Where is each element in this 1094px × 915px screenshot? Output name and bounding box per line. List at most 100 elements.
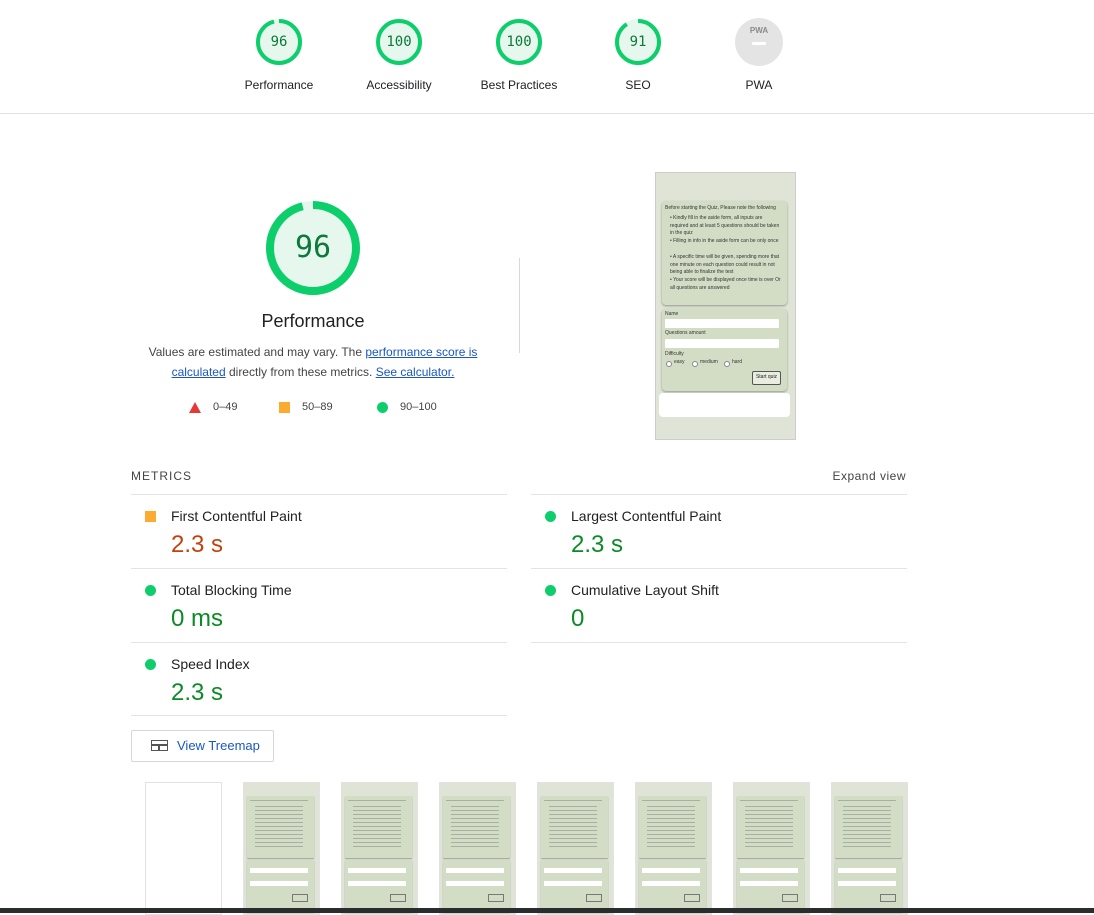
gauge-accessibility[interactable]: 100 Accessibility (339, 18, 459, 92)
metric-value: 2.3 s (571, 531, 624, 558)
filmstrip-text-line (549, 830, 597, 831)
metric-name: Speed Index (171, 656, 250, 672)
desc-middle: directly from these metrics. (225, 365, 376, 379)
filmstrip-field (740, 881, 798, 886)
filmstrip-text-line (255, 842, 303, 843)
quiz-bullet: • A specific time will be given, spendin… (670, 254, 780, 275)
filmstrip-text-line (647, 814, 695, 815)
filmstrip-text-line (740, 800, 798, 801)
filmstrip-field (642, 881, 700, 886)
legend-range: 0–49 (213, 401, 238, 413)
gauge-seo[interactable]: 91 SEO (578, 18, 698, 92)
filmstrip-text-line (642, 800, 700, 801)
metric-cumulative-layout-shift: Cumulative Layout Shift 0 (531, 569, 907, 641)
triangle-icon (189, 401, 201, 413)
performance-score: 96 (294, 230, 332, 265)
name-field (665, 319, 779, 328)
filmstrip-button (586, 894, 602, 902)
questions-label: Questions amount (665, 330, 706, 336)
calculator-link[interactable]: See calculator. (376, 365, 455, 379)
treemap-icon (151, 740, 168, 751)
filmstrip-text-line (647, 818, 695, 819)
filmstrip-text-line (544, 800, 602, 801)
metric-value: 0 (571, 605, 585, 632)
filmstrip-text-line (745, 830, 793, 831)
gauge-pwa[interactable]: PWA PWA (699, 18, 819, 92)
metric-largest-contentful-paint: Largest Contentful Paint 2.3 s (531, 495, 907, 567)
filmstrip-text-line (353, 842, 401, 843)
gauge-label: Best Practices (480, 78, 558, 92)
filmstrip-text-line (647, 806, 695, 807)
filmstrip-text-line (255, 814, 303, 815)
gauge-label: Performance (244, 78, 314, 92)
filmstrip-text-line (745, 810, 793, 811)
gauge-label: SEO (625, 78, 651, 92)
metrics-header: METRICS (131, 469, 192, 483)
filmstrip-text-line (451, 810, 499, 811)
metric-total-blocking-time: Total Blocking Time 0 ms (131, 569, 507, 641)
legend-average: 50–89 (279, 401, 333, 413)
filmstrip-text-line (745, 814, 793, 815)
filmstrip-text-line (451, 818, 499, 819)
pass-circle-icon (145, 585, 156, 596)
quiz-intro: Before starting the Quiz, Please note th… (665, 205, 776, 211)
filmstrip-text-line (647, 846, 695, 847)
filmstrip-text-line (451, 806, 499, 807)
view-treemap-button[interactable]: View Treemap (131, 730, 274, 762)
filmstrip-text-line (745, 806, 793, 807)
pwa-badge-text: PWA (749, 26, 769, 35)
radio-medium (692, 361, 698, 367)
filmstrip-text-line (353, 822, 401, 823)
filmstrip-text-line (255, 826, 303, 827)
filmstrip-button (880, 894, 896, 902)
filmstrip-text-line (451, 822, 499, 823)
filmstrip-text-line (549, 842, 597, 843)
metric-name: Cumulative Layout Shift (571, 582, 719, 598)
gauge-ring: 100 (375, 18, 423, 66)
gauge-score: 91 (629, 34, 647, 50)
expand-view-toggle[interactable]: Expand view (832, 469, 906, 483)
metric-divider (531, 642, 907, 643)
filmstrip-button (390, 894, 406, 902)
filmstrip-text-line (843, 842, 891, 843)
filmstrip-text-line (549, 806, 597, 807)
filmstrip-text-line (838, 800, 896, 801)
filmstrip-text-line (843, 810, 891, 811)
filmstrip-text-line (647, 830, 695, 831)
filmstrip-field (348, 881, 406, 886)
filmstrip-frame (439, 782, 516, 915)
filmstrip-text-line (451, 838, 499, 839)
filmstrip-text-line (353, 810, 401, 811)
vertical-divider (519, 258, 520, 353)
gauge-ring: 91 (614, 18, 662, 66)
square-icon (279, 401, 290, 413)
filmstrip-text-line (549, 838, 597, 839)
gauge-performance[interactable]: 96 Performance (219, 18, 339, 92)
filmstrip-text-line (843, 846, 891, 847)
option-hard: hard (732, 359, 743, 365)
filmstrip-frame (733, 782, 810, 915)
filmstrip-text-line (451, 814, 499, 815)
pass-circle-icon (145, 659, 156, 670)
filmstrip-text-line (843, 838, 891, 839)
filmstrip-field (250, 881, 308, 886)
final-screenshot[interactable]: Before starting the Quiz, Please note th… (655, 172, 796, 440)
filmstrip-text-line (843, 830, 891, 831)
filmstrip-field (250, 868, 308, 873)
filmstrip-text-line (255, 846, 303, 847)
quiz-bullet: • Kindly fill in the aside form, all inp… (670, 215, 780, 236)
filmstrip-field (838, 868, 896, 873)
quiz-bottom-panel (659, 393, 790, 417)
filmstrip-button (684, 894, 700, 902)
filmstrip-field (642, 868, 700, 873)
filmstrip-frame (635, 782, 712, 915)
pwa-badge-icon: PWA (735, 18, 783, 66)
filmstrip-button (782, 894, 798, 902)
gauge-score: 100 (506, 34, 532, 50)
filmstrip-text-line (353, 826, 401, 827)
metric-divider (131, 715, 507, 716)
filmstrip-frame (537, 782, 614, 915)
legend-range: 50–89 (302, 401, 333, 413)
filmstrip-frame (341, 782, 418, 915)
gauge-best-practices[interactable]: 100 Best Practices (459, 18, 579, 92)
